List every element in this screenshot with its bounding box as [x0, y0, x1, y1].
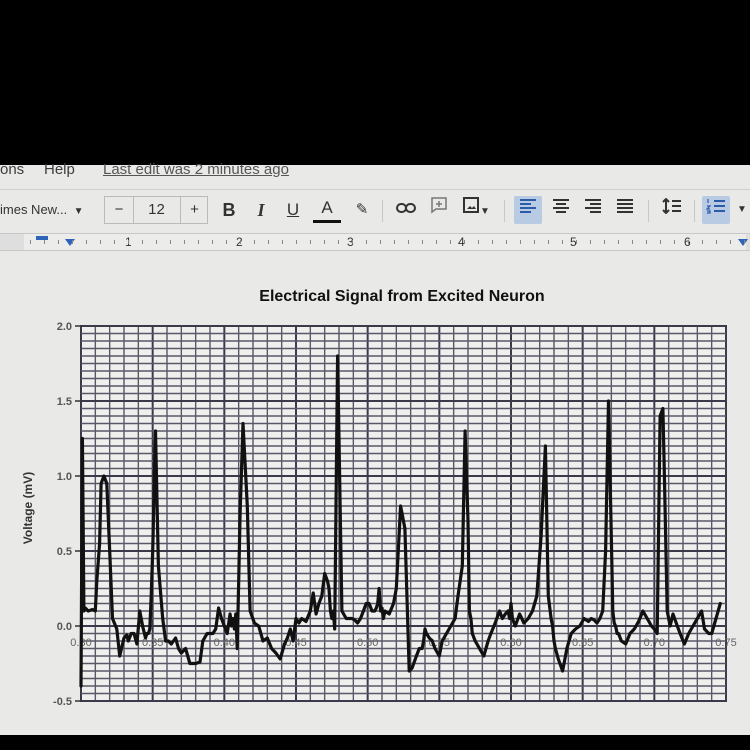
y-tick-label: 1.5 — [57, 396, 72, 408]
y-tick-label: 0.0 — [57, 621, 72, 633]
voltage-chart: Electrical Signal from Excited Neuron Vo… — [21, 288, 737, 708]
y-tick-label: -0.5 — [53, 696, 72, 708]
y-axis-ticks: -0.5 0.0 0.5 1.0 1.5 2.0 — [53, 321, 81, 708]
y-tick-label: 1.0 — [57, 471, 72, 483]
x-tick-label: 0.50 — [357, 637, 378, 649]
y-tick-label: 0.5 — [57, 546, 72, 558]
x-tick-label: 0.60 — [500, 637, 521, 649]
x-tick-label: 0.70 — [644, 637, 665, 649]
y-tick-label: 2.0 — [57, 321, 72, 333]
x-tick-label: 0.40 — [214, 637, 235, 649]
y-axis-label: Voltage (mV) — [21, 472, 35, 544]
chart-title: Electrical Signal from Excited Neuron — [259, 288, 544, 305]
x-tick-label: 0.65 — [572, 637, 593, 649]
x-tick-label: 0.75 — [715, 637, 736, 649]
